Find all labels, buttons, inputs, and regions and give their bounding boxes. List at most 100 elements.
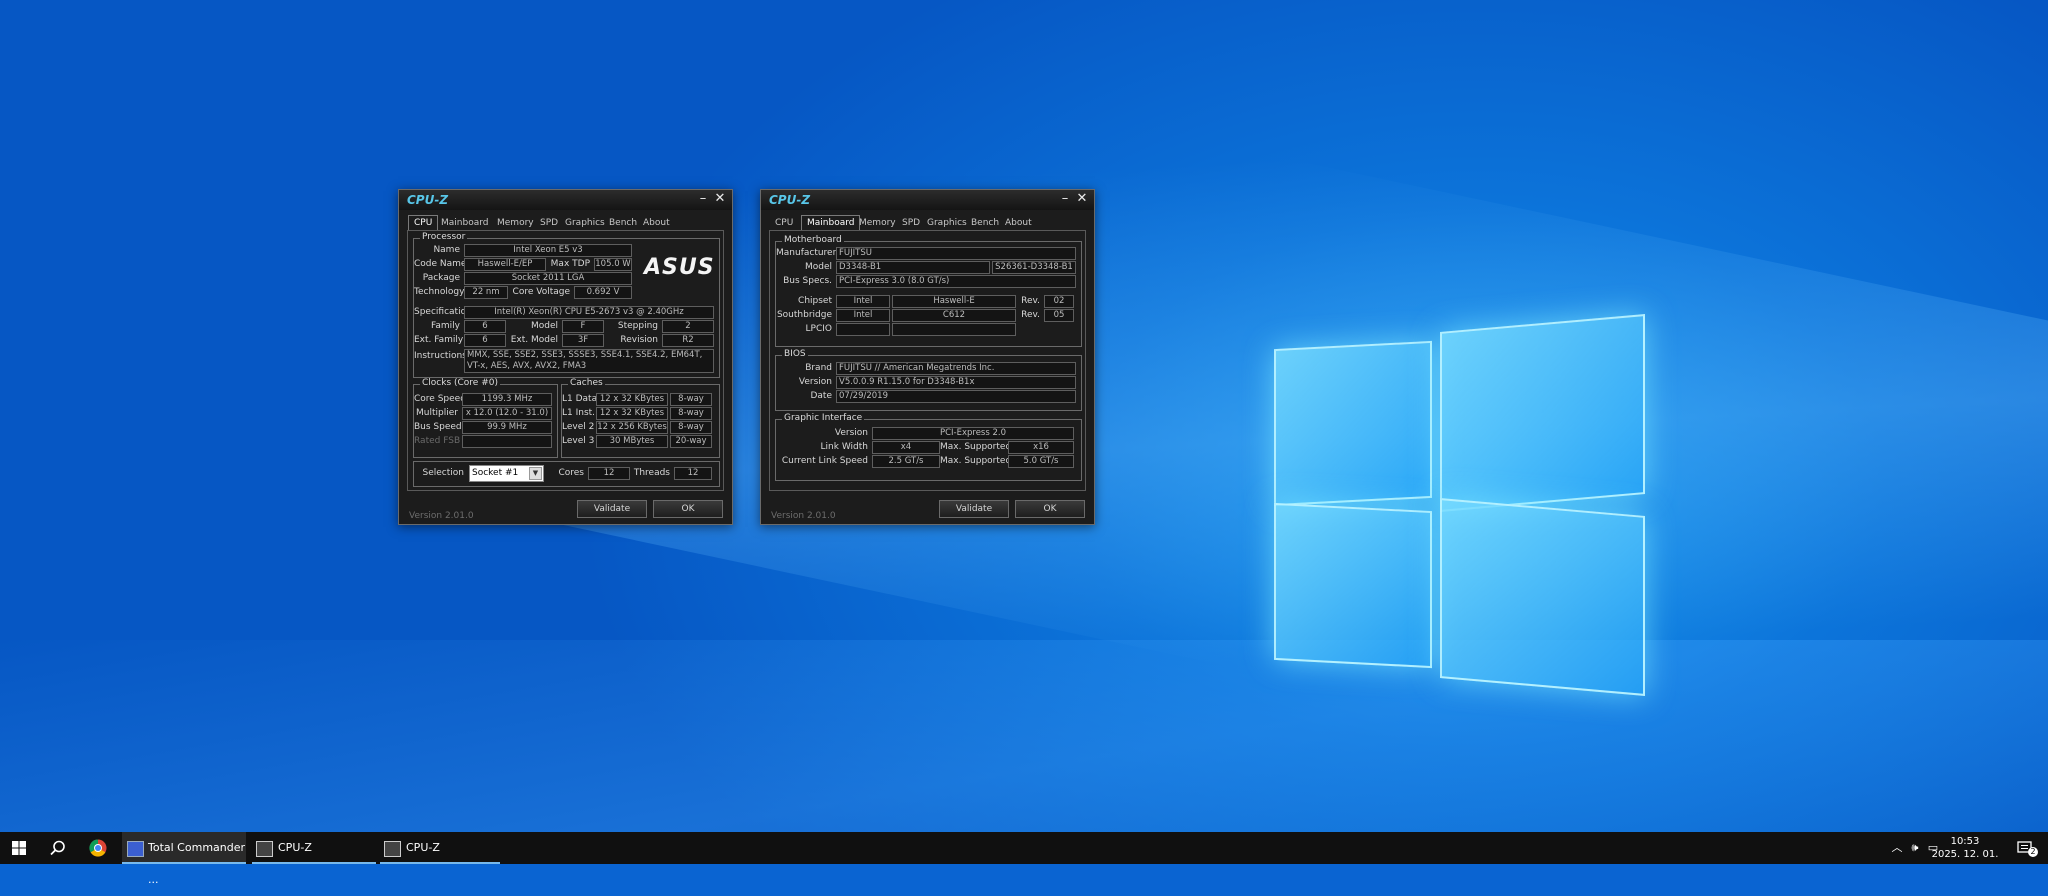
revision-label: Revision — [620, 335, 658, 345]
maxsupported-width-label: Max. Supported — [940, 442, 1012, 452]
clock-time: 10:53 — [1950, 836, 1980, 847]
l3-label: Level 3 — [562, 436, 595, 446]
taskbar-app-total-commander[interactable]: Total Commander ... — [122, 832, 246, 886]
revision-value: R2 — [662, 334, 714, 347]
l1i-way: 8-way — [670, 407, 712, 420]
tab-cpu[interactable]: CPU — [770, 216, 798, 230]
ok-button[interactable]: OK — [1015, 500, 1085, 518]
model-label: Model — [530, 321, 558, 331]
technology-value: 22 nm — [464, 286, 508, 299]
tab-content: Motherboard Manufacturer FUJITSU Model D… — [769, 230, 1086, 491]
l2-label: Level 2 — [562, 422, 595, 432]
close-button[interactable]: ✕ — [713, 191, 727, 207]
minimize-button[interactable]: – — [696, 191, 710, 207]
search-button[interactable] — [40, 832, 76, 864]
threads-label: Threads — [633, 468, 670, 478]
maxsupported-speed-label: Max. Supported — [940, 456, 1012, 466]
taskbar-app-label: Total Commander ... — [148, 841, 246, 886]
validate-button[interactable]: Validate — [577, 500, 647, 518]
gi-version-label: Version — [834, 428, 868, 438]
southbridge-rev-label: Rev. — [1021, 310, 1040, 320]
model-value: D3348-B1 — [836, 261, 990, 274]
windows-start-icon — [12, 841, 26, 855]
l3-way: 20-way — [670, 435, 712, 448]
southbridge-vendor: Intel — [836, 309, 890, 322]
bios-version-label: Version — [798, 377, 832, 387]
group-title: Clocks (Core #0) — [420, 378, 500, 388]
manufacturer-label: Manufacturer — [776, 248, 837, 258]
socket-select[interactable]: Socket #1 ▼ — [469, 465, 544, 482]
tab-graphics[interactable]: Graphics — [560, 216, 610, 230]
tab-cpu[interactable]: CPU — [408, 215, 439, 231]
title-bar[interactable]: CPU-Z – ✕ — [399, 190, 732, 210]
cpuz-window-cpu[interactable]: CPU-Z – ✕ CPU Mainboard Memory SPD Graph… — [398, 189, 733, 525]
corevoltage-value: 0.692 V — [574, 286, 632, 299]
threads-value: 12 — [674, 467, 712, 480]
tab-mainboard[interactable]: Mainboard — [801, 215, 861, 231]
tab-bench[interactable]: Bench — [604, 216, 642, 230]
socket-select-value: Socket #1 — [472, 468, 519, 478]
notification-count-badge: 2 — [2028, 847, 2038, 857]
manufacturer-value: FUJITSU — [836, 247, 1076, 260]
taskbar-app-cpuz-1[interactable]: CPU-Z — [252, 832, 376, 864]
spec-value: Intel(R) Xeon(R) CPU E5-2673 v3 @ 2.40GH… — [464, 306, 714, 319]
cpuz-window-mainboard[interactable]: CPU-Z – ✕ CPU Mainboard Memory SPD Graph… — [760, 189, 1095, 525]
group-title: Processor — [420, 232, 468, 242]
southbridge-rev-value: 05 — [1044, 309, 1074, 322]
ok-button[interactable]: OK — [653, 500, 723, 518]
chipset-value: Haswell-E — [892, 295, 1016, 308]
tab-memory[interactable]: Memory — [854, 216, 901, 230]
clock[interactable]: 10:53 2025. 12. 01. — [1930, 835, 2000, 861]
group-title: Graphic Interface — [782, 413, 865, 423]
minimize-button[interactable]: – — [1058, 191, 1072, 207]
graphic-interface-group: Graphic Interface Version PCI-Express 2.… — [775, 413, 1082, 481]
volume-tray-button[interactable]: 🕪 — [1907, 832, 1923, 864]
taskbar-app-cpuz-2[interactable]: CPU-Z — [380, 832, 500, 864]
ratedfsb-value — [462, 435, 552, 448]
notification-center-button[interactable]: 2 — [2010, 832, 2040, 864]
tab-bench[interactable]: Bench — [966, 216, 1004, 230]
taskbar-app-label: CPU-Z — [406, 841, 440, 854]
stepping-label: Stepping — [617, 321, 658, 331]
brand-value: FUJITSU // American Megatrends Inc. — [836, 362, 1076, 375]
tab-memory[interactable]: Memory — [492, 216, 539, 230]
tray-overflow-chevron[interactable]: ︿ — [1890, 832, 1904, 864]
cores-label: Cores — [558, 468, 584, 478]
tab-mainboard[interactable]: Mainboard — [436, 216, 493, 230]
extfamily-label: Ext. Family — [414, 335, 464, 345]
start-button[interactable] — [0, 832, 38, 864]
light-beam-lower — [0, 640, 2048, 832]
model-label: Model — [804, 262, 832, 272]
cores-value: 12 — [588, 467, 630, 480]
taskbar: Total Commander ... CPU-Z CPU-Z ︿ 🕪 ▭ 10… — [0, 832, 2048, 886]
selection-label: Selection — [422, 468, 464, 478]
tab-spd[interactable]: SPD — [535, 216, 563, 230]
name-label: Name — [433, 245, 460, 255]
tab-about[interactable]: About — [638, 216, 675, 230]
lpcio-vendor — [836, 323, 890, 336]
title-bar[interactable]: CPU-Z – ✕ — [761, 190, 1094, 210]
l1d-way: 8-way — [670, 393, 712, 406]
processor-group: Processor Name Intel Xeon E5 v3 Code Nam… — [413, 232, 720, 378]
linkspeed-label: Current Link Speed — [781, 456, 868, 466]
chrome-taskbar-button[interactable] — [84, 832, 112, 864]
validate-button[interactable]: Validate — [939, 500, 1009, 518]
l2-value: 12 x 256 KBytes — [596, 421, 668, 434]
tab-graphics[interactable]: Graphics — [922, 216, 972, 230]
corespeed-label: Core Speed — [414, 394, 466, 404]
chevron-down-icon[interactable]: ▼ — [529, 467, 542, 480]
extmodel-label: Ext. Model — [510, 335, 558, 345]
tab-spd[interactable]: SPD — [897, 216, 925, 230]
southbridge-value: C612 — [892, 309, 1016, 322]
tab-about[interactable]: About — [1000, 216, 1037, 230]
group-title: Motherboard — [782, 235, 844, 245]
brand-label: Brand — [805, 363, 832, 373]
close-button[interactable]: ✕ — [1075, 191, 1089, 207]
tab-content: Processor Name Intel Xeon E5 v3 Code Nam… — [407, 230, 724, 491]
busspeed-label: Bus Speed — [414, 422, 462, 432]
desktop: CPU-Z – ✕ CPU Mainboard Memory SPD Graph… — [0, 0, 2048, 832]
gi-version-value: PCI-Express 2.0 — [872, 427, 1074, 440]
lpcio-label: LPCIO — [805, 324, 832, 334]
linkwidth-value: x4 — [872, 441, 940, 454]
multiplier-value: x 12.0 (12.0 - 31.0) — [462, 407, 552, 420]
